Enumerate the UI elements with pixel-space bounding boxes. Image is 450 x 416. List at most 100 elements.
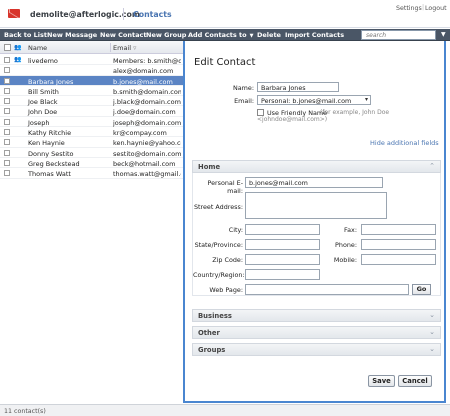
- row-checkbox[interactable]: [4, 170, 10, 177]
- phone-field[interactable]: [361, 239, 436, 250]
- chevron-down-icon: ▼: [249, 33, 254, 39]
- link-separator: |: [422, 4, 425, 11]
- row-checkbox[interactable]: [4, 129, 10, 136]
- select-all-checkbox[interactable]: [4, 44, 11, 51]
- email-select[interactable]: Personal: b.jones@mail.com: [257, 95, 371, 105]
- name-column-header[interactable]: Name: [28, 44, 47, 52]
- contact-name: Barbara Jones: [28, 77, 74, 86]
- top-bar: demolite@afterlogic.com Contacts Setting…: [0, 0, 450, 28]
- mobile-field[interactable]: [361, 254, 436, 265]
- contact-name: Donny Sestito: [28, 149, 74, 158]
- web-page-field[interactable]: [245, 284, 409, 295]
- other-section-title: Other: [198, 329, 220, 337]
- country-label: Country/Region:: [193, 271, 245, 279]
- column-divider: [110, 43, 111, 52]
- hide-additional-fields-link[interactable]: Hide additional fields: [370, 139, 439, 147]
- logout-link[interactable]: Logout: [425, 5, 447, 12]
- personal-email-label: Personal E-mail:: [207, 179, 243, 195]
- contact-email: alex@domain.com: [113, 67, 174, 76]
- add-contacts-to-label: Add Contacts to: [188, 31, 247, 39]
- contact-count: 11 contact(s): [4, 408, 46, 415]
- delete-button[interactable]: Delete: [257, 30, 281, 40]
- friendly-name-hint: (for example, John Doe: [320, 109, 390, 116]
- row-checkbox[interactable]: [4, 57, 10, 63]
- group-icon: 👥: [14, 56, 22, 63]
- mail-envelope-icon: [8, 9, 20, 18]
- row-checkbox[interactable]: [4, 87, 10, 94]
- list-item[interactable]: Joseph joseph@domain.com: [0, 117, 183, 128]
- row-checkbox[interactable]: [4, 67, 10, 74]
- friendly-name-checkbox[interactable]: [257, 109, 264, 116]
- home-section-header[interactable]: Home ⌃: [192, 160, 441, 173]
- contact-email: j.doe@domain.com: [113, 108, 176, 117]
- contact-name: Joseph: [28, 118, 50, 127]
- list-item[interactable]: Kathy Ritchie kr@compay.com: [0, 127, 183, 138]
- row-checkbox[interactable]: [4, 118, 10, 125]
- save-button[interactable]: Save: [368, 375, 395, 387]
- list-item[interactable]: Joe Black j.black@domain.com: [0, 96, 183, 107]
- list-rows: 👥 livedemo Members: b.smith@doma alex@domai…: [0, 55, 183, 179]
- list-item[interactable]: Thomas Watt thomas.watt@gmail.com: [0, 168, 183, 179]
- contact-email: Members: b.smith@doma: [113, 57, 181, 65]
- search-options-chevron-icon[interactable]: ▼: [441, 31, 446, 38]
- list-item[interactable]: 👥 livedemo Members: b.smith@doma: [0, 55, 183, 66]
- search-input[interactable]: [361, 30, 436, 40]
- name-field[interactable]: Barbara Jones: [257, 82, 339, 92]
- list-item[interactable]: Bill Smith b.smith@domain.com: [0, 86, 183, 97]
- row-checkbox[interactable]: [4, 139, 10, 146]
- chevron-down-icon: ⌄: [429, 328, 435, 336]
- email-column-header[interactable]: Email: [113, 44, 136, 52]
- back-to-list-button[interactable]: Back to List: [4, 30, 47, 40]
- state-label: State/Province:: [194, 241, 243, 249]
- city-label: City:: [228, 226, 243, 234]
- new-group-button[interactable]: New Group: [146, 30, 186, 40]
- row-checkbox[interactable]: [4, 149, 10, 156]
- panel-title: Edit Contact: [194, 57, 256, 68]
- row-checkbox[interactable]: [4, 108, 10, 115]
- go-button[interactable]: Go: [412, 284, 431, 295]
- friendly-name-hint-example: <johndoe@mail.com>): [257, 116, 328, 123]
- web-page-label: Web Page:: [209, 286, 243, 294]
- chevron-up-icon: ⌃: [429, 162, 435, 170]
- chevron-down-icon: ⌄: [429, 345, 435, 353]
- row-checkbox[interactable]: [4, 98, 10, 105]
- personal-email-field[interactable]: b.jones@mail.com: [245, 177, 383, 188]
- list-item[interactable]: Donny Sestito sestito@domain.com: [0, 148, 183, 158]
- zip-label: Zip Code:: [212, 256, 243, 264]
- import-contacts-button[interactable]: Import Contacts: [285, 30, 344, 40]
- add-contacts-to-button[interactable]: Add Contacts to ▼: [188, 30, 253, 40]
- contact-name: Kathy Ritchie: [28, 129, 72, 138]
- list-item[interactable]: alex@domain.com: [0, 65, 183, 76]
- name-label: Name:: [232, 84, 254, 92]
- contact-email: ken.haynie@yahoo.com: [113, 139, 181, 148]
- business-section-header[interactable]: Business ⌄: [192, 309, 441, 322]
- list-item[interactable]: Greg Beckstead beck@hotmail.com: [0, 158, 183, 169]
- street-address-field[interactable]: [245, 192, 387, 219]
- street-address-label: Street Address:: [193, 203, 243, 211]
- screen-title[interactable]: Contacts: [133, 10, 172, 19]
- list-item[interactable]: Barbara Jones b.jones@mail.com: [0, 75, 183, 86]
- contact-email: sestito@domain.com: [113, 149, 181, 158]
- state-field[interactable]: [245, 239, 320, 250]
- city-field[interactable]: [245, 224, 320, 235]
- row-checkbox[interactable]: [4, 159, 10, 166]
- zip-field[interactable]: [245, 254, 320, 265]
- other-section-header[interactable]: Other ⌄: [192, 326, 441, 339]
- new-contact-button[interactable]: New Contact: [100, 30, 146, 40]
- groups-section-header[interactable]: Groups ⌄: [192, 343, 441, 356]
- contact-email: b.jones@mail.com: [113, 77, 173, 86]
- list-header: 👥 Name Email: [0, 41, 183, 54]
- edit-contact-panel: Edit Contact Name: Barbara Jones Email: …: [183, 41, 446, 403]
- list-item[interactable]: Ken Haynie ken.haynie@yahoo.com: [0, 137, 183, 148]
- contact-email: j.black@domain.com: [113, 98, 181, 107]
- list-item[interactable]: John Doe j.doe@domain.com: [0, 106, 183, 117]
- fax-field[interactable]: [361, 224, 436, 235]
- phone-label: Phone:: [335, 241, 357, 249]
- new-message-button[interactable]: New Message: [47, 30, 97, 40]
- row-checkbox[interactable]: [4, 77, 10, 84]
- group-type-icon: 👥: [14, 44, 22, 51]
- chevron-down-icon: ⌄: [429, 311, 435, 319]
- cancel-button[interactable]: Cancel: [398, 375, 432, 387]
- settings-link[interactable]: Settings: [396, 5, 422, 12]
- country-field[interactable]: [245, 269, 320, 280]
